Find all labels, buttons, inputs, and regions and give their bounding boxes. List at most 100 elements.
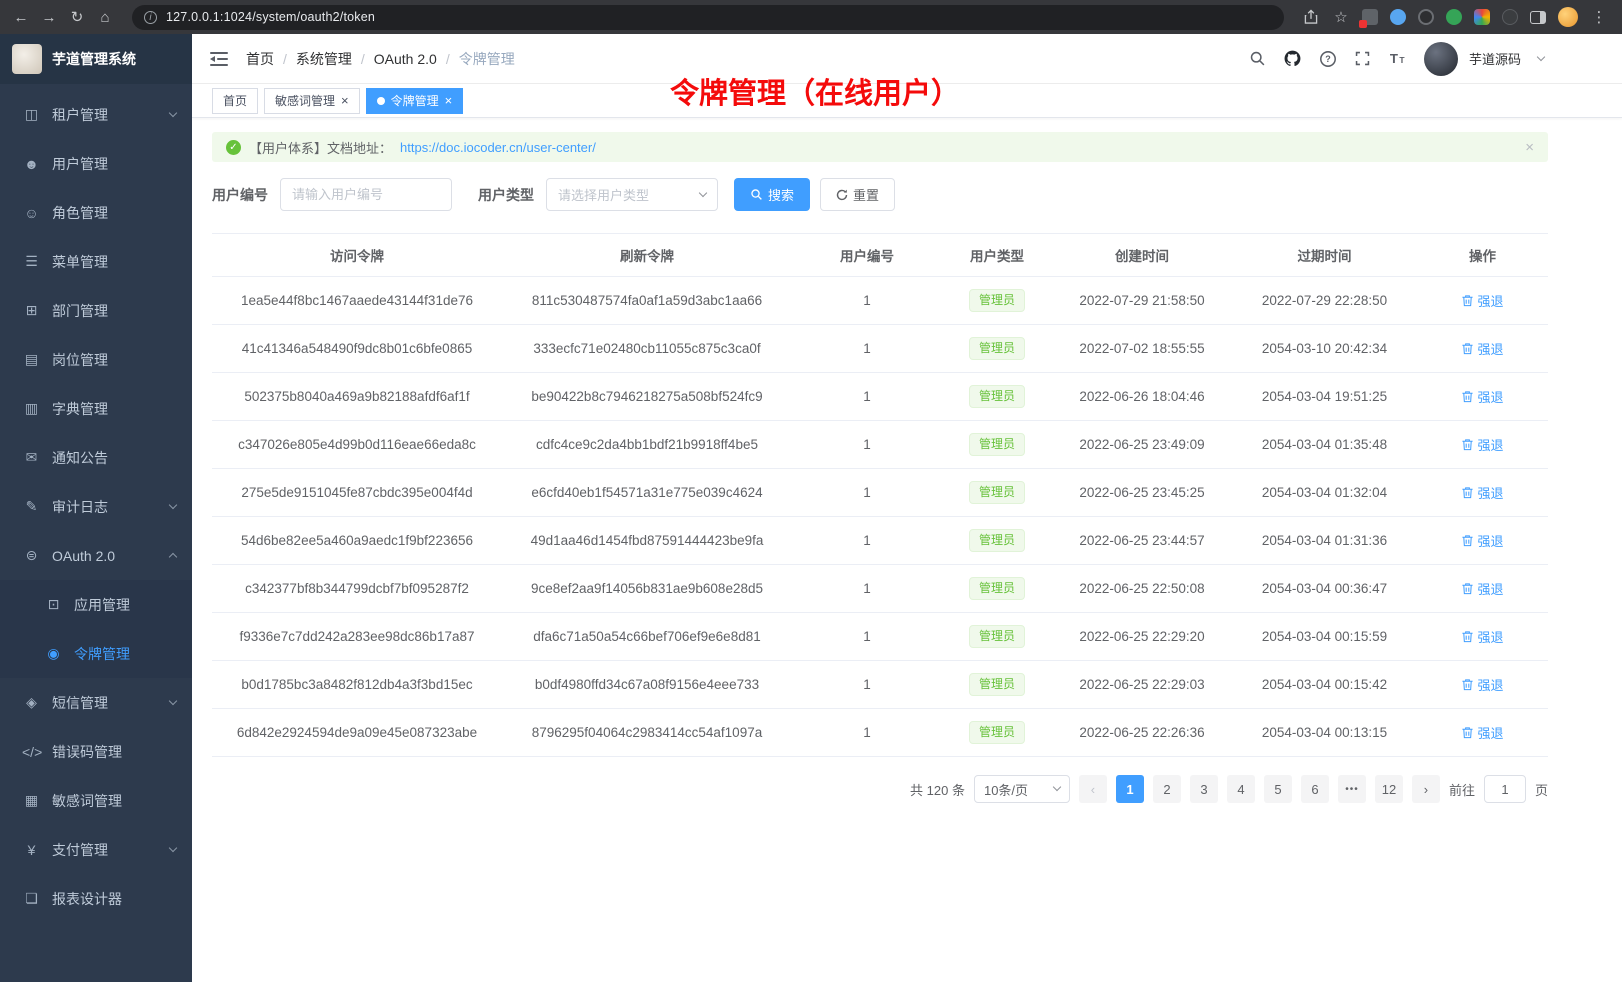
force-logout-button[interactable]: 强退 — [1461, 675, 1503, 694]
browser-profile-avatar[interactable] — [1558, 7, 1578, 27]
tab-close-icon[interactable]: × — [341, 94, 349, 107]
sidebar-item-user[interactable]: ☻用户管理 — [0, 139, 192, 188]
extension-green-icon[interactable] — [1446, 9, 1462, 25]
action-cell: 强退 — [1417, 613, 1548, 661]
browser-forward-icon[interactable]: → — [40, 10, 58, 25]
prev-page-button[interactable]: ‹ — [1079, 775, 1107, 803]
share-icon[interactable] — [1302, 9, 1320, 25]
table-body: 1ea5e44f8bc1467aaede43144f31de76811c5304… — [212, 277, 1548, 757]
sidebar-item-menu[interactable]: ☰菜单管理 — [0, 237, 192, 286]
breadcrumb-item-2[interactable]: 系统管理 — [296, 49, 352, 69]
refresh-token-cell: cdfc4ce9c2da4bb1bdf21b9918ff4be5 — [502, 421, 792, 469]
extension-paw-icon[interactable] — [1502, 9, 1518, 25]
force-logout-label: 强退 — [1477, 675, 1503, 694]
action-cell: 强退 — [1417, 325, 1548, 373]
browser-home-icon[interactable]: ⌂ — [96, 10, 114, 25]
force-logout-button[interactable]: 强退 — [1461, 723, 1503, 742]
tab-token[interactable]: 令牌管理× — [366, 88, 464, 114]
next-page-button[interactable]: › — [1412, 775, 1440, 803]
force-logout-button[interactable]: 强退 — [1461, 291, 1503, 310]
fullscreen-icon[interactable] — [1354, 50, 1371, 67]
sidebar-item-label: 菜单管理 — [52, 252, 108, 272]
action-cell: 强退 — [1417, 469, 1548, 517]
bookmark-star-icon[interactable]: ☆ — [1332, 10, 1350, 25]
expire-time-cell: 2054-03-04 01:35:48 — [1232, 421, 1417, 469]
sidebar-item-dept[interactable]: ⊞部门管理 — [0, 286, 192, 335]
extensions-puzzle-icon[interactable] — [1474, 9, 1490, 25]
page-button-6[interactable]: 6 — [1301, 775, 1329, 803]
user-type-select[interactable]: 请选择用户类型 — [546, 178, 718, 211]
page-buttons: 123456•••12 — [1116, 775, 1403, 803]
breadcrumb-item-3[interactable]: OAuth 2.0 — [374, 51, 437, 67]
site-info-icon[interactable]: i — [144, 11, 157, 24]
extension-dark-icon[interactable] — [1418, 9, 1434, 25]
sidebar-item-sms[interactable]: ◈短信管理 — [0, 678, 192, 727]
jump-page-input[interactable] — [1484, 775, 1526, 803]
github-icon[interactable] — [1283, 49, 1302, 68]
sidebar-item-oauth2-token[interactable]: ◉令牌管理 — [0, 629, 192, 678]
page-size-select[interactable]: 10条/页 — [974, 775, 1070, 803]
alert-close-icon[interactable]: × — [1525, 139, 1534, 156]
browser-back-icon[interactable]: ← — [12, 10, 30, 25]
sidebar-item-label: 部门管理 — [52, 301, 108, 321]
force-logout-button[interactable]: 强退 — [1461, 435, 1503, 454]
page-button-3[interactable]: 3 — [1190, 775, 1218, 803]
user-name[interactable]: 芋道源码 — [1469, 49, 1521, 68]
page-ellipsis[interactable]: ••• — [1338, 775, 1366, 803]
page-button-12[interactable]: 12 — [1375, 775, 1403, 803]
sidebar-item-post[interactable]: ▤岗位管理 — [0, 335, 192, 384]
sidebar-item-oauth2[interactable]: ⊜OAuth 2.0 — [0, 531, 192, 580]
column-header-7: 操作 — [1417, 234, 1548, 277]
user-type-cell: 管理员 — [942, 517, 1052, 565]
sidebar-toggle-icon[interactable] — [1530, 11, 1546, 24]
force-logout-button[interactable]: 强退 — [1461, 387, 1503, 406]
browser-reload-icon[interactable]: ↻ — [68, 10, 86, 25]
help-icon[interactable]: ? — [1319, 50, 1337, 68]
user-avatar[interactable] — [1424, 42, 1458, 76]
force-logout-button[interactable]: 强退 — [1461, 627, 1503, 646]
sidebar-item-pay[interactable]: ¥支付管理 — [0, 825, 192, 874]
page-button-4[interactable]: 4 — [1227, 775, 1255, 803]
reset-button[interactable]: 重置 — [820, 178, 895, 211]
address-bar[interactable]: i 127.0.0.1:1024/system/oauth2/token — [132, 5, 1284, 30]
user-id-cell: 1 — [792, 613, 942, 661]
sidebar-item-dict[interactable]: ▥字典管理 — [0, 384, 192, 433]
sidebar-item-oauth2-app[interactable]: ⊡应用管理 — [0, 580, 192, 629]
page-button-5[interactable]: 5 — [1264, 775, 1292, 803]
force-logout-button[interactable]: 强退 — [1461, 483, 1503, 502]
page-button-2[interactable]: 2 — [1153, 775, 1181, 803]
force-logout-button[interactable]: 强退 — [1461, 339, 1503, 358]
search-icon[interactable] — [1249, 50, 1266, 67]
font-size-icon[interactable]: TT — [1388, 50, 1407, 67]
search-button[interactable]: 搜索 — [734, 178, 810, 211]
user-id-cell: 1 — [792, 469, 942, 517]
expire-time-cell: 2054-03-04 01:32:04 — [1232, 469, 1417, 517]
tab-sensitive-word[interactable]: 敏感词管理× — [264, 88, 360, 114]
doc-link[interactable]: https://doc.iocoder.cn/user-center/ — [400, 140, 596, 155]
tab-home[interactable]: 首页 — [212, 88, 258, 114]
sidebar-item-role[interactable]: ☺角色管理 — [0, 188, 192, 237]
collapse-menu-icon[interactable] — [210, 51, 228, 67]
sidebar-item-tenant[interactable]: ◫租户管理 — [0, 90, 192, 139]
breadcrumb-item-1[interactable]: 首页 — [246, 49, 274, 69]
sidebar-item-sensitive-word[interactable]: ▦敏感词管理 — [0, 776, 192, 825]
sidebar-item-report-designer[interactable]: ❏报表设计器 — [0, 874, 192, 923]
force-logout-button[interactable]: 强退 — [1461, 579, 1503, 598]
browser-menu-icon[interactable]: ⋮ — [1590, 10, 1608, 25]
extension-blue-icon[interactable] — [1390, 9, 1406, 25]
breadcrumb-item-4: 令牌管理 — [459, 49, 515, 69]
sidebar-item-label: 错误码管理 — [52, 742, 122, 762]
tab-close-icon[interactable]: × — [445, 94, 453, 107]
sidebar-item-notice[interactable]: ✉通知公告 — [0, 433, 192, 482]
sidebar-item-audit-log[interactable]: ✎审计日志 — [0, 482, 192, 531]
force-logout-button[interactable]: 强退 — [1461, 531, 1503, 550]
sidebar-item-error-code[interactable]: </>错误码管理 — [0, 727, 192, 776]
user-id-input[interactable] — [280, 178, 452, 211]
action-cell: 强退 — [1417, 421, 1548, 469]
page-button-1[interactable]: 1 — [1116, 775, 1144, 803]
sidebar-menu: ◫租户管理☻用户管理☺角色管理☰菜单管理⊞部门管理▤岗位管理▥字典管理✉通知公告… — [0, 84, 192, 923]
app-logo[interactable]: 芋道管理系统 — [0, 34, 192, 84]
refresh-token-cell: 333ecfc71e02480cb11055c875c3ca0f — [502, 325, 792, 373]
user-type-tag: 管理员 — [969, 337, 1025, 361]
extension-grid-icon[interactable] — [1362, 9, 1378, 25]
